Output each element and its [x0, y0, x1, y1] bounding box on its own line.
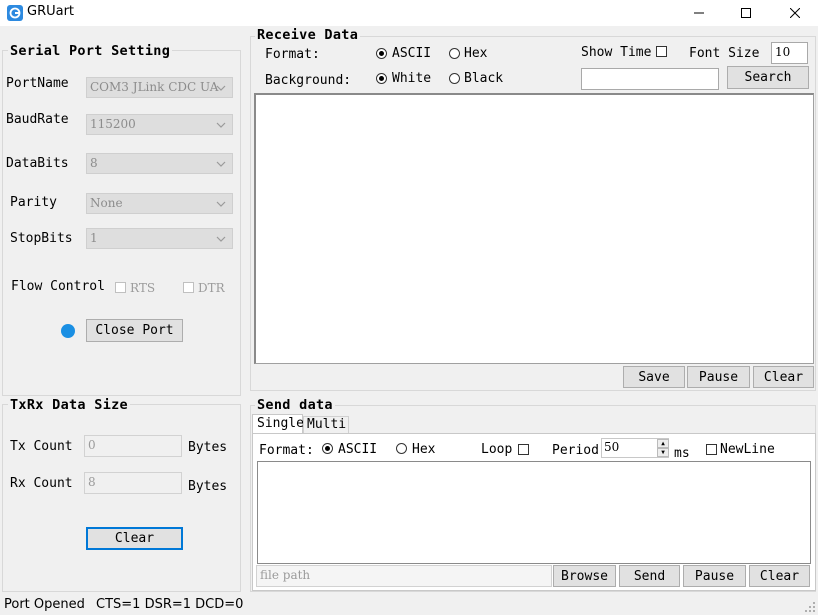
background-black-radio[interactable] [449, 73, 460, 84]
font-size-label: Font Size [689, 46, 760, 61]
receive-data-title: Receive Data [255, 27, 361, 43]
close-window-button[interactable] [772, 0, 818, 26]
port-status-indicator [61, 324, 75, 338]
status-bar: Port Opened CTS=1 DSR=1 DCD=0 [0, 596, 818, 615]
file-path-input[interactable]: file path [256, 565, 552, 587]
send-format-ascii-radio[interactable] [322, 443, 333, 454]
ms-label: ms [674, 446, 690, 461]
search-input[interactable] [581, 68, 719, 90]
window-title: GRUart [27, 4, 75, 19]
databits-label: DataBits [6, 156, 69, 171]
tx-count-field[interactable]: 0 [84, 435, 182, 457]
search-button[interactable]: Search [727, 66, 809, 89]
background-white-label: White [392, 71, 432, 86]
stopbits-label: StopBits [10, 231, 73, 246]
close-port-button[interactable]: Close Port [86, 319, 183, 342]
databits-select[interactable]: 8 [86, 153, 233, 174]
baudrate-value: 115200 [90, 117, 136, 131]
modem-signals-text: CTS=1 DSR=1 DCD=0 [96, 597, 244, 612]
chevron-down-icon [216, 236, 226, 242]
chevron-down-icon [216, 201, 226, 207]
portname-select[interactable]: COM3 JLink CDC UA [86, 77, 233, 98]
tx-count-label: Tx Count [10, 439, 73, 454]
period-label: Period [552, 443, 599, 458]
chevron-down-icon [216, 85, 226, 91]
portname-label: PortName [6, 76, 69, 91]
maximize-button[interactable] [723, 0, 769, 26]
tx-bytes-label: Bytes [188, 440, 228, 455]
flow-control-label: Flow Control [11, 279, 105, 294]
dtr-checkbox[interactable] [183, 282, 194, 293]
serial-port-group [2, 50, 241, 396]
tab-multi[interactable]: Multi [303, 416, 349, 434]
close-icon [790, 8, 800, 18]
txrx-group [2, 404, 241, 592]
newline-label: NewLine [720, 442, 775, 457]
show-time-checkbox[interactable] [656, 46, 667, 57]
stopbits-select[interactable]: 1 [86, 228, 233, 249]
rts-checkbox[interactable] [115, 282, 126, 293]
receive-format-hex-radio[interactable] [449, 48, 460, 59]
receive-pause-button[interactable]: Pause [687, 366, 750, 388]
send-format-hex-label: Hex [412, 442, 436, 457]
receive-format-ascii-radio[interactable] [376, 48, 387, 59]
baudrate-label: BaudRate [6, 112, 69, 127]
rts-label: RTS [130, 281, 156, 295]
receive-format-label: Format: [265, 47, 320, 62]
background-label: Background: [265, 73, 352, 88]
send-data-title: Send data [255, 397, 335, 413]
loop-checkbox[interactable] [518, 444, 529, 455]
send-format-ascii-label: ASCII [338, 442, 378, 457]
period-value: 50 [604, 440, 620, 454]
rx-count-field[interactable]: 8 [84, 472, 182, 494]
background-black-label: Black [464, 71, 504, 86]
dtr-label: DTR [198, 281, 225, 295]
send-format-hex-radio[interactable] [396, 443, 407, 454]
serial-port-title: Serial Port Setting [8, 43, 173, 59]
send-format-label: Format: [259, 443, 314, 458]
parity-label: Parity [10, 195, 57, 210]
minimize-icon [694, 12, 704, 14]
stopbits-value: 1 [90, 231, 98, 245]
receive-format-ascii-label: ASCII [392, 46, 432, 61]
receive-text-area[interactable] [254, 93, 814, 364]
parity-select[interactable]: None [86, 193, 233, 214]
newline-checkbox[interactable] [706, 444, 717, 455]
rx-count-label: Rx Count [10, 476, 73, 491]
send-button[interactable]: Send [619, 565, 680, 587]
send-pause-button[interactable]: Pause [683, 565, 746, 587]
chevron-down-icon [216, 122, 226, 128]
rx-bytes-label: Bytes [188, 479, 228, 494]
file-path-placeholder: file path [260, 568, 311, 582]
baudrate-select[interactable]: 115200 [86, 114, 233, 135]
loop-label: Loop [481, 442, 513, 457]
parity-value: None [90, 196, 123, 210]
tab-single[interactable]: Single [252, 414, 304, 434]
port-state-text: Port Opened [4, 597, 85, 612]
send-clear-button[interactable]: Clear [749, 565, 810, 587]
period-up-icon[interactable]: ▲ [657, 439, 669, 448]
font-size-input[interactable]: 10 [771, 42, 808, 64]
background-white-radio[interactable] [376, 73, 387, 84]
txrx-clear-button[interactable]: Clear [86, 527, 183, 550]
receive-format-hex-label: Hex [464, 46, 488, 61]
resize-grip-icon[interactable] [804, 601, 816, 613]
title-bar: GRUart [0, 0, 818, 26]
minimize-button[interactable] [676, 0, 722, 26]
period-down-icon[interactable]: ▼ [657, 448, 669, 457]
receive-clear-button[interactable]: Clear [753, 366, 814, 388]
txrx-title: TxRx Data Size [8, 397, 130, 413]
app-logo-icon [7, 5, 23, 21]
chevron-down-icon [216, 161, 226, 167]
show-time-label: Show Time [581, 45, 652, 60]
send-text-area[interactable] [257, 461, 811, 564]
period-stepper[interactable]: 50 ▲ ▼ [601, 438, 669, 458]
browse-button[interactable]: Browse [553, 565, 616, 587]
maximize-icon [741, 8, 751, 18]
portname-value: COM3 JLink CDC UA [90, 80, 219, 94]
receive-save-button[interactable]: Save [623, 366, 685, 388]
databits-value: 8 [90, 156, 98, 170]
